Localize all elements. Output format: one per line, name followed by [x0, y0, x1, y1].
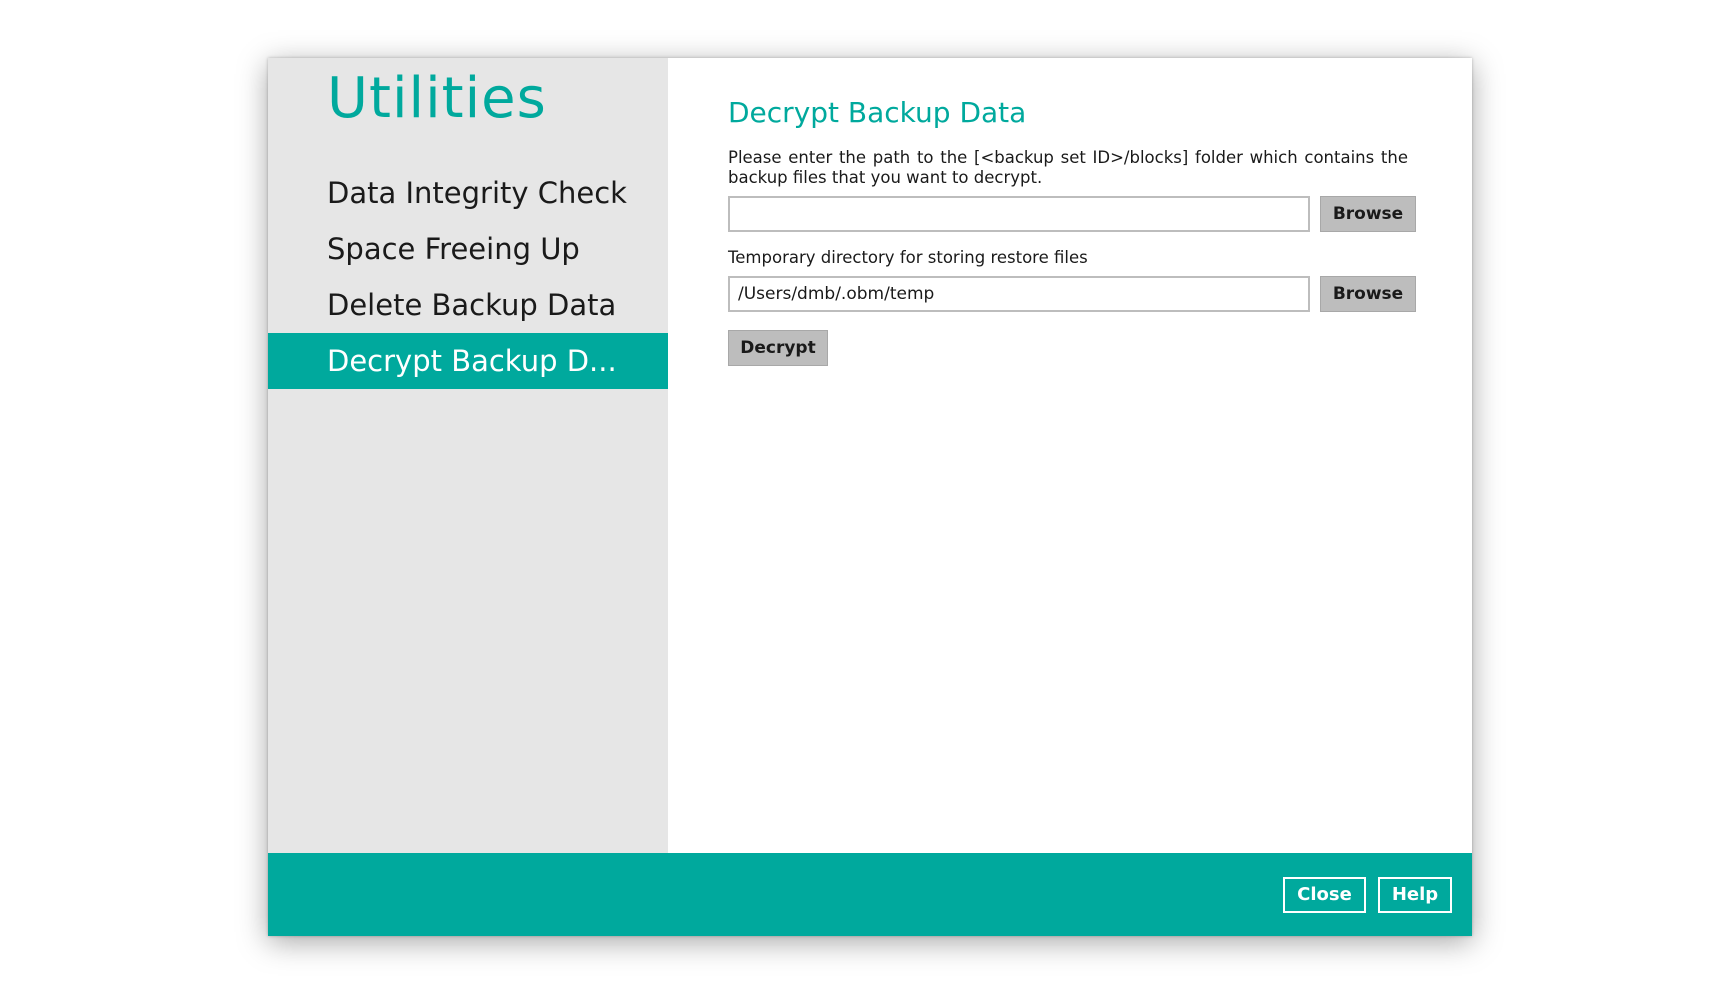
footer-bar: Close Help [268, 853, 1472, 936]
close-button[interactable]: Close [1283, 877, 1366, 913]
browse-temp-directory-button[interactable]: Browse [1320, 276, 1416, 312]
sidebar: Utilities Data Integrity Check Space Fre… [268, 58, 668, 853]
sidebar-item-data-integrity-check[interactable]: Data Integrity Check [268, 165, 668, 221]
main-panel: Decrypt Backup Data Please enter the pat… [668, 58, 1472, 853]
sidebar-title: Utilities [327, 66, 547, 131]
backup-path-description: Please enter the path to the [<backup se… [728, 148, 1408, 187]
sidebar-menu: Data Integrity Check Space Freeing Up De… [268, 165, 668, 389]
browse-backup-path-button[interactable]: Browse [1320, 196, 1416, 232]
help-button[interactable]: Help [1378, 877, 1452, 913]
backup-path-input[interactable] [728, 196, 1310, 232]
utilities-window: Utilities Data Integrity Check Space Fre… [268, 58, 1472, 936]
temp-directory-input[interactable] [728, 276, 1310, 312]
sidebar-item-decrypt-backup-data[interactable]: Decrypt Backup D... [268, 333, 668, 389]
sidebar-item-delete-backup-data[interactable]: Delete Backup Data [268, 277, 668, 333]
temp-directory-label: Temporary directory for storing restore … [728, 248, 1088, 267]
page-title: Decrypt Backup Data [728, 96, 1027, 129]
sidebar-item-space-freeing-up[interactable]: Space Freeing Up [268, 221, 668, 277]
decrypt-button[interactable]: Decrypt [728, 330, 828, 366]
